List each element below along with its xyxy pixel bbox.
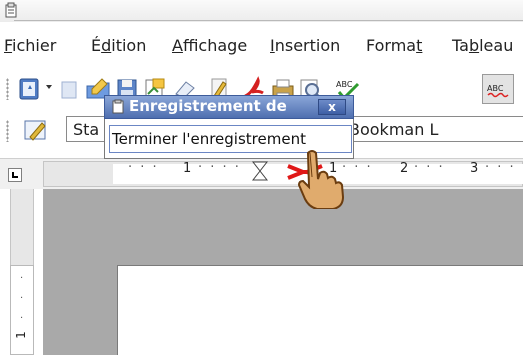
svg-text:ABC: ABC: [336, 80, 353, 89]
tab-stop-selector[interactable]: [8, 168, 22, 182]
window-titlebar: [0, 0, 523, 22]
ruler-ticks: · · ·: [485, 160, 516, 175]
font-name-combo[interactable]: Bookman L: [342, 116, 523, 142]
autospellcheck-button[interactable]: ABC: [482, 74, 514, 104]
ruler-number: 1: [183, 161, 192, 176]
paragraph-style-combo[interactable]: Sta: [66, 116, 106, 142]
ruler-ticks: · · ·: [414, 160, 445, 175]
toolbar-grip[interactable]: [6, 78, 9, 100]
toolbar-grip[interactable]: [6, 120, 9, 142]
close-button[interactable]: x: [318, 99, 346, 115]
svg-text:ABC: ABC: [487, 84, 504, 93]
macro-icon: [112, 99, 124, 114]
vertical-ruler-number: 1: [13, 331, 28, 339]
indent-marker-icon[interactable]: [250, 160, 270, 182]
document-page[interactable]: [117, 265, 523, 355]
vertical-ruler-margin: [10, 189, 34, 265]
titlebar-separator: [14, 20, 523, 21]
ruler-ticks: · · ·: [20, 273, 24, 324]
new-document-icon[interactable]: [17, 76, 43, 102]
chevron-down-icon[interactable]: [45, 83, 53, 91]
menu-tableau[interactable]: Tableau: [452, 36, 513, 55]
menu-bar: Fichier Édition Affichage Insertion Form…: [0, 36, 523, 62]
styles-formatting-icon[interactable]: [22, 117, 50, 143]
menu-format[interactable]: Format: [366, 36, 422, 55]
menu-fichier[interactable]: Fichier: [4, 36, 56, 55]
menu-insertion[interactable]: Insertion: [270, 36, 340, 55]
autospellcheck-icon: ABC: [487, 84, 509, 98]
hand-pointer-icon: [297, 150, 345, 209]
ruler-ticks: · · · ·: [198, 160, 241, 175]
ruler-ticks: · · ·: [128, 160, 159, 175]
recording-window-titlebar[interactable]: Enregistrement de x: [104, 95, 354, 119]
recording-window-title: Enregistrement de: [129, 97, 287, 115]
app-icon: [5, 2, 17, 18]
vertical-ruler[interactable]: · · · 1: [10, 265, 34, 355]
menu-edition[interactable]: Édition: [91, 36, 146, 55]
ruler-number: 3: [470, 161, 479, 176]
ruler-number: 2: [400, 161, 409, 176]
open-folder-icon[interactable]: [58, 76, 84, 102]
menu-affichage[interactable]: Affichage: [172, 36, 247, 55]
